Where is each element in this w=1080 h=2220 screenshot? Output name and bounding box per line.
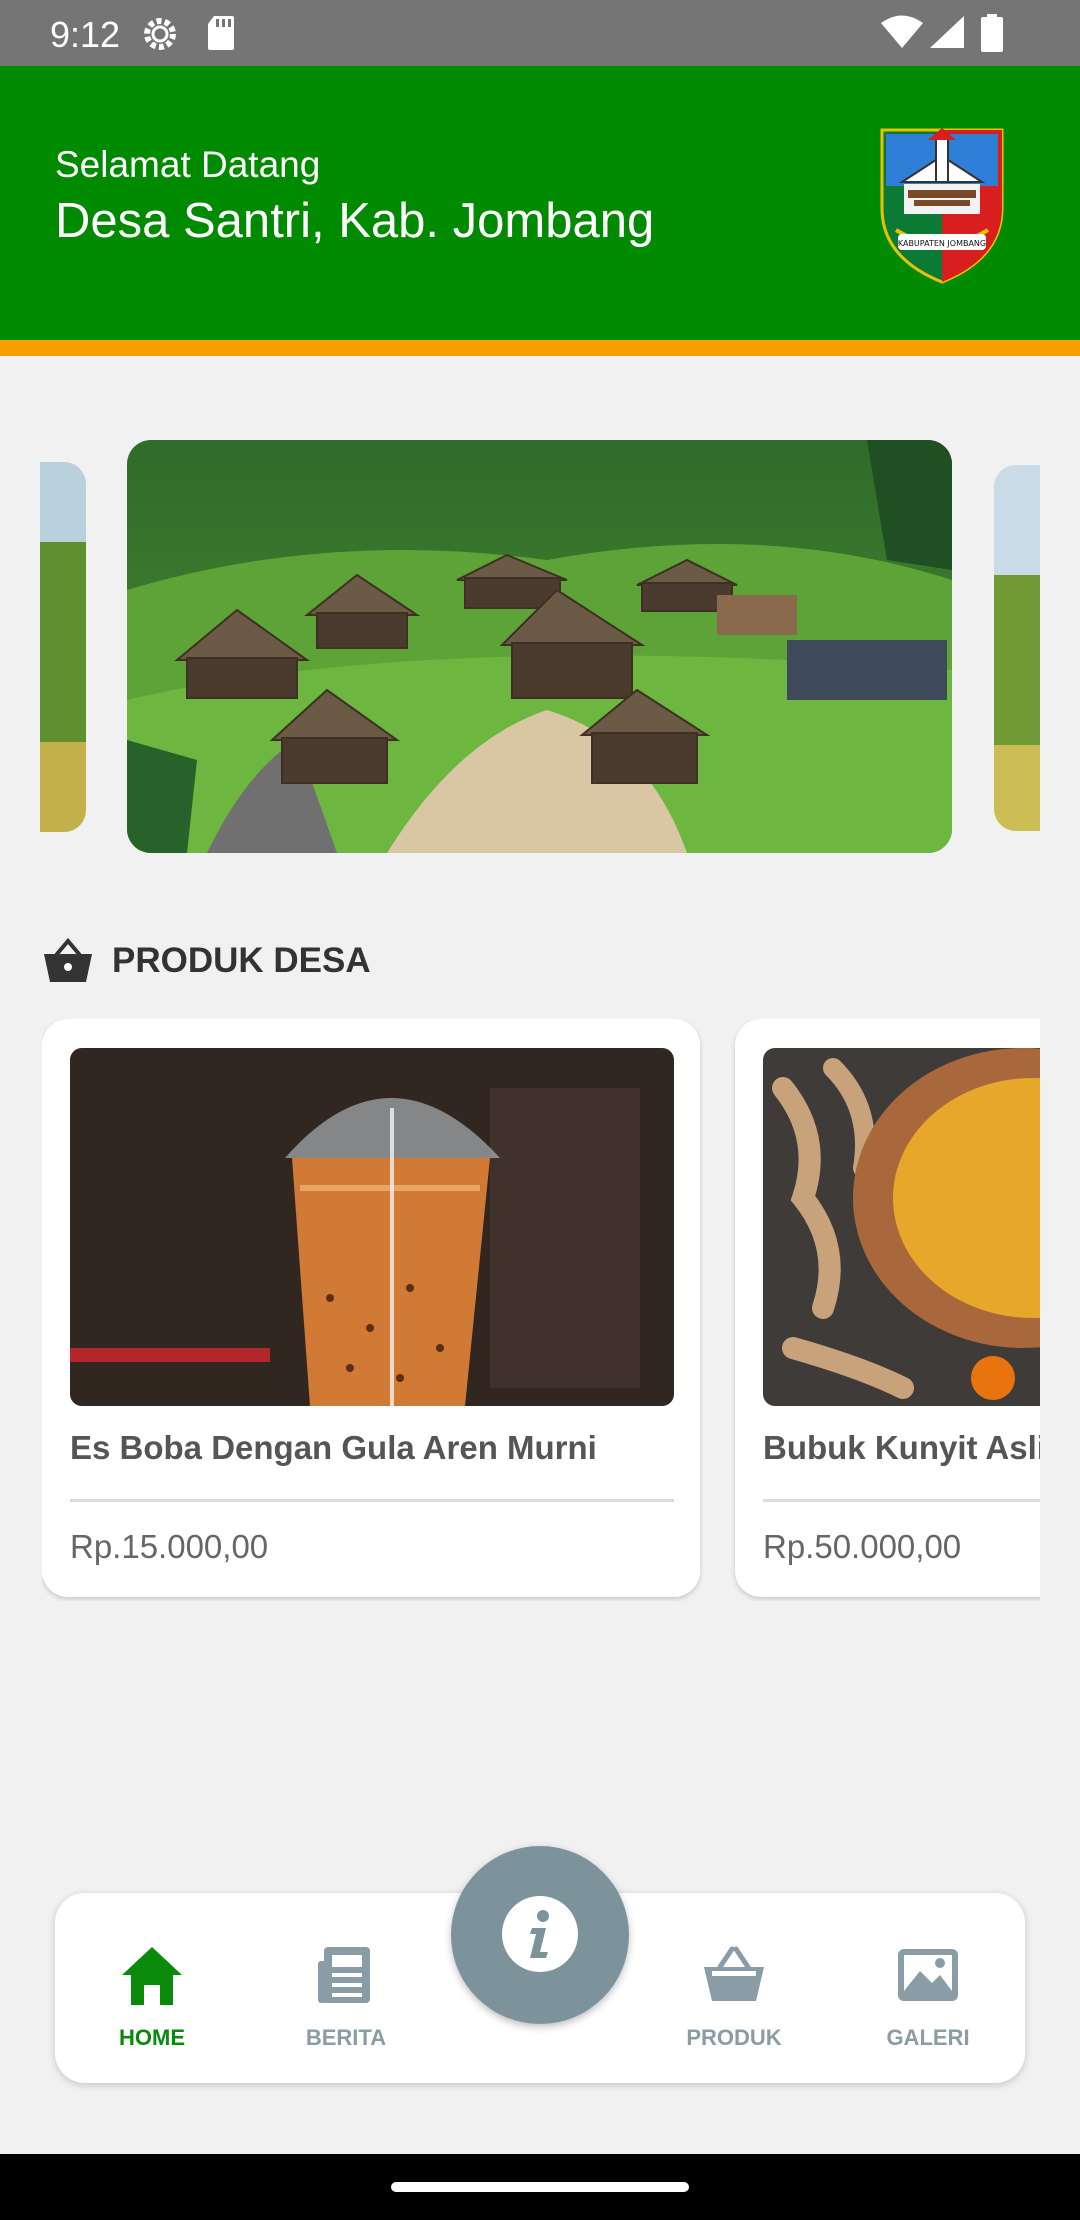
product-name: Bubuk Kunyit Asli <box>763 1429 1040 1466</box>
gallery-icon <box>898 1949 958 2001</box>
carousel-slide-next[interactable] <box>994 465 1040 831</box>
header-accent-strip <box>0 340 1080 356</box>
products-section-header: PRODUK DESA <box>42 935 371 987</box>
village-landscape-photo <box>127 440 952 853</box>
newspaper-icon <box>318 1947 370 2003</box>
carousel-slide-prev[interactable] <box>40 462 86 832</box>
nav-label-produk: PRODUK <box>686 2025 782 2050</box>
system-navigation-bar <box>0 2154 1080 2220</box>
signal-icon <box>930 16 964 48</box>
status-bar: 9:12 <box>0 0 1080 66</box>
product-card[interactable]: Es Boba Dengan Gula Aren Murni Rp.15.000… <box>42 1019 700 1597</box>
home-gesture-handle[interactable] <box>391 2182 689 2192</box>
nav-label-home: HOME <box>119 2025 185 2050</box>
product-card[interactable]: Bubuk Kunyit Asli Rp.50.000,00 <box>735 1019 1040 1597</box>
app-header: Selamat Datang Desa Santri, Kab. Jombang… <box>0 66 1080 340</box>
product-divider <box>70 1499 674 1502</box>
status-time: 9:12 <box>50 14 121 55</box>
shopping-basket-icon <box>44 938 92 982</box>
home-icon <box>122 1947 182 2005</box>
nav-item-galeri[interactable]: GALERI <box>831 1893 1025 2083</box>
info-fab-button[interactable] <box>451 1846 629 2024</box>
village-name: Desa Santri, Kab. Jombang <box>55 194 655 248</box>
products-section-title: PRODUK DESA <box>112 941 371 980</box>
info-icon <box>530 1910 549 1958</box>
nav-item-produk[interactable]: PRODUK <box>637 1893 831 2083</box>
carousel-slide-current[interactable] <box>127 440 952 853</box>
nav-label-galeri: GALERI <box>886 2025 970 2050</box>
product-divider <box>763 1499 1040 1502</box>
gear-icon <box>144 18 176 50</box>
nav-item-berita[interactable]: BERITA <box>249 1893 443 2083</box>
nav-label-berita: BERITA <box>305 2025 387 2050</box>
jombang-regency-logo: KABUPATEN JOMBANG <box>880 128 1004 284</box>
greeting-text: Selamat Datang <box>55 144 321 185</box>
product-price: Rp.15.000,00 <box>70 1528 269 1565</box>
battery-icon <box>981 14 1003 52</box>
rice-field-photo <box>40 462 86 832</box>
turmeric-powder-photo <box>763 1048 1040 1406</box>
basket-icon <box>704 1946 764 2001</box>
product-name: Es Boba Dengan Gula Aren Murni <box>70 1429 597 1466</box>
product-price: Rp.50.000,00 <box>763 1528 962 1565</box>
wifi-icon <box>881 15 923 48</box>
svg-text:KABUPATEN JOMBANG: KABUPATEN JOMBANG <box>898 239 986 248</box>
rice-field-photo <box>994 465 1040 831</box>
nav-item-home[interactable]: HOME <box>55 1893 249 2083</box>
sd-card-icon <box>208 16 234 50</box>
iced-boba-drink-photo <box>70 1048 674 1406</box>
product-list: Es Boba Dengan Gula Aren Murni Rp.15.000… <box>42 1019 1040 1601</box>
